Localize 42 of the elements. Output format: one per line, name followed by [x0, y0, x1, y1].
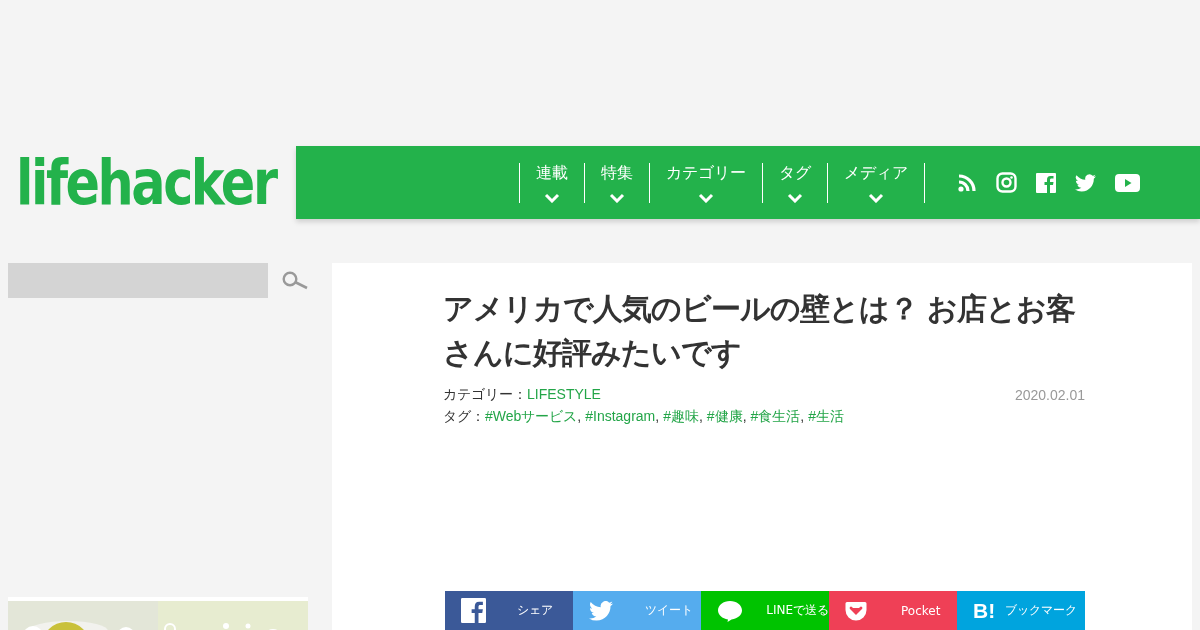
category-link[interactable]: LIFESTYLE [527, 386, 601, 402]
article-title: アメリカで人気のビールの壁とは？ お店とお客さんに好評みたいです [443, 290, 1077, 372]
category-label: カテゴリー： [443, 386, 527, 402]
tag-link[interactable]: #生活 [808, 408, 844, 424]
bird-icon[interactable] [1075, 173, 1096, 192]
rss-icon[interactable] [957, 172, 977, 193]
play-icon[interactable] [1115, 173, 1140, 192]
tag-separator: , [577, 408, 582, 424]
tag-link[interactable]: #食生活 [750, 408, 801, 424]
tags-label: タグ： [443, 408, 485, 424]
tag-separator: , [742, 408, 747, 424]
share-button[interactable]: B! ブックマーク [957, 591, 1085, 630]
nav-menu-item[interactable]: タグ [762, 162, 827, 203]
bird-icon [589, 600, 613, 621]
nav-menu-item[interactable]: メディア [827, 162, 924, 203]
nav-menu-item[interactable]: カテゴリー [649, 162, 762, 203]
tag-separator: , [800, 408, 805, 424]
share-button[interactable]: Pocket [829, 591, 957, 630]
chevron-down-icon [544, 192, 560, 203]
share-button[interactable]: シェア [445, 591, 573, 630]
instagram-icon[interactable] [996, 172, 1017, 193]
search-icon[interactable] [282, 270, 308, 291]
share-button[interactable]: LINEで送る [701, 591, 829, 630]
search-field[interactable] [8, 263, 268, 298]
tag-link[interactable]: #趣味 [663, 408, 699, 424]
chevron-down-icon [609, 192, 625, 203]
tag-separator: , [698, 408, 703, 424]
share-button[interactable]: ツイート [573, 591, 701, 630]
publish-date: 2020.02.01 [1014, 387, 1085, 405]
chevron-down-icon [868, 192, 884, 203]
tag-separator: , [655, 408, 660, 424]
speech-bubble-icon [717, 599, 743, 622]
chevron-down-icon [787, 192, 803, 203]
chevron-down-icon [698, 192, 714, 203]
pocket-icon [845, 600, 867, 621]
tag-link[interactable]: #Webサービス [485, 408, 578, 424]
facebook-icon[interactable] [1036, 172, 1056, 193]
tag-link[interactable]: #健康 [706, 408, 743, 424]
nav-menu-item[interactable]: 連載 [520, 162, 584, 203]
hatena-icon: B! [973, 598, 996, 623]
facebook-icon [461, 598, 486, 623]
nav-menu-item[interactable]: 特集 [584, 162, 649, 203]
